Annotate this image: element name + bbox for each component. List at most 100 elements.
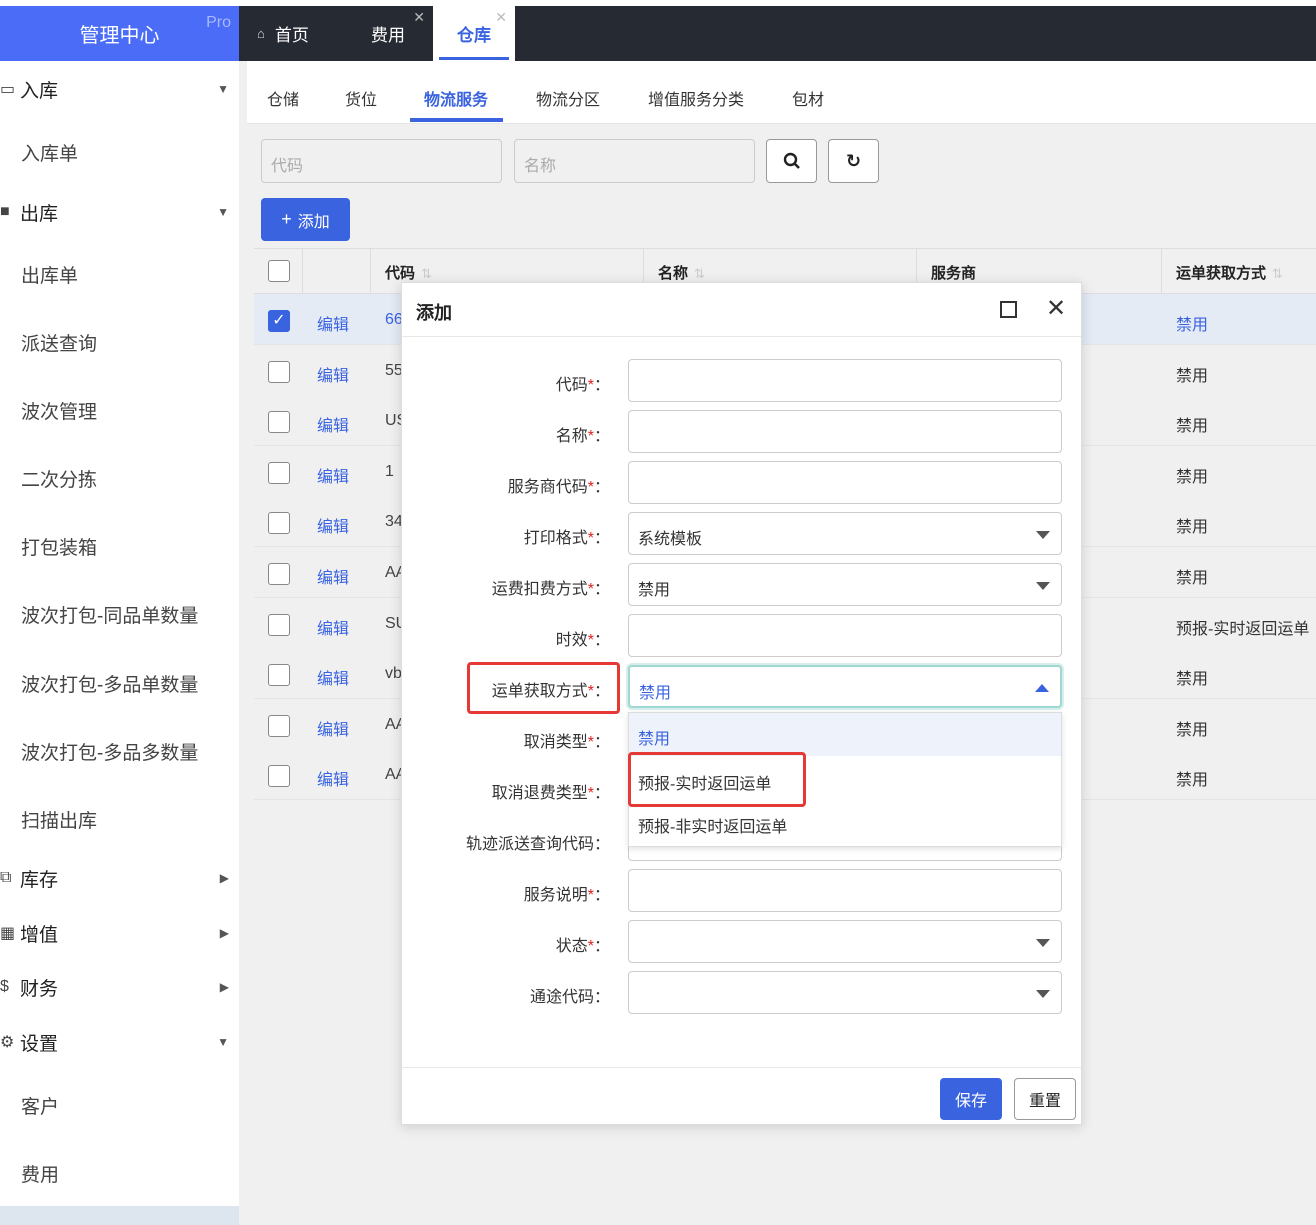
subtab-packaging[interactable]: 包材	[792, 86, 824, 110]
reset-button[interactable]: 重置	[1014, 1078, 1076, 1120]
edit-link[interactable]: 编辑	[317, 412, 349, 436]
row-checkbox[interactable]	[268, 613, 290, 636]
subtab-logistics-zone[interactable]: 物流分区	[536, 86, 600, 110]
sidebar-item-scan-outbound[interactable]: 扫描出库	[21, 806, 97, 833]
subtab-storage[interactable]: 仓储	[267, 86, 299, 110]
dropdown-option[interactable]: 预报-非实时返回运单	[629, 801, 1061, 844]
sidebar-group-finance[interactable]: $ 财务 ▶	[0, 967, 239, 1007]
edit-link[interactable]: 编辑	[317, 311, 349, 335]
column-header-code[interactable]: 代码 ⇅	[385, 262, 432, 283]
app-logo[interactable]: 管理中心 Pro	[0, 6, 239, 61]
add-button-label: 添加	[297, 213, 330, 231]
home-icon: ⌂	[257, 26, 265, 41]
edit-link[interactable]: 编辑	[317, 665, 349, 689]
gears-icon: ⚙	[0, 1034, 15, 1051]
sidebar-item-secondary-sort[interactable]: 二次分拣	[21, 465, 97, 492]
column-header-provider[interactable]: 服务商	[931, 262, 976, 283]
pro-badge: Pro	[206, 14, 231, 31]
field-label-text: 轨迹派送查询代码	[465, 836, 594, 853]
dialog-footer: 保存 重置	[402, 1067, 1081, 1125]
sidebar-group-inventory[interactable]: ⧉ 库存 ▶	[0, 858, 239, 898]
text-field[interactable]	[628, 461, 1062, 504]
add-button[interactable]: + 添加	[261, 198, 350, 241]
truck-icon: ■	[0, 203, 10, 220]
name-search-input[interactable]: 名称	[514, 139, 755, 183]
column-header-waybill-method[interactable]: 运单获取方式 ⇅	[1176, 262, 1283, 283]
text-field[interactable]	[628, 869, 1062, 912]
edit-link[interactable]: 编辑	[317, 716, 349, 740]
tab-label: 费用	[371, 26, 405, 45]
maximize-icon[interactable]	[1000, 301, 1017, 318]
caret-down-icon	[1036, 939, 1050, 947]
select-field[interactable]: 禁用	[628, 665, 1062, 708]
content-gutter	[239, 61, 247, 1225]
text-field[interactable]	[628, 359, 1062, 402]
edit-link[interactable]: 编辑	[317, 513, 349, 537]
dropdown-option[interactable]: 禁用	[629, 713, 1061, 756]
row-checkbox[interactable]	[268, 765, 290, 788]
dialog-header: 添加 ✕	[402, 283, 1081, 337]
subtab-logistics-service[interactable]: 物流服务	[424, 86, 488, 110]
field-label-text: 取消退费类型	[491, 785, 588, 802]
sidebar-group-inbound[interactable]: ▭ 入库 ▼	[0, 69, 239, 109]
select-all-checkbox[interactable]	[268, 260, 290, 282]
sidebar-item-packing[interactable]: 打包装箱	[21, 533, 97, 560]
highlight-box-option	[628, 752, 806, 807]
sidebar-item-wave-pack-multi-qty[interactable]: 波次打包-多品多数量	[21, 738, 198, 765]
close-icon[interactable]: ✕	[495, 9, 507, 26]
column-header-name[interactable]: 名称 ⇅	[658, 262, 705, 283]
subtab-location[interactable]: 货位	[345, 86, 377, 110]
field-label-text: 服务说明	[523, 887, 588, 904]
row-checkbox[interactable]	[268, 461, 290, 484]
select-field[interactable]: 禁用	[628, 563, 1062, 606]
refresh-button[interactable]: ↻	[828, 139, 879, 183]
edit-link[interactable]: 编辑	[317, 615, 349, 639]
row-checkbox[interactable]	[268, 563, 290, 585]
select-field[interactable]	[628, 920, 1062, 963]
save-button[interactable]: 保存	[940, 1078, 1002, 1120]
sort-icon[interactable]: ⇅	[1272, 266, 1283, 281]
edit-link[interactable]: 编辑	[317, 362, 349, 386]
close-icon[interactable]: ✕	[1046, 294, 1066, 323]
sidebar-group-settings[interactable]: ⚙ 设置 ▼	[0, 1022, 239, 1062]
select-field[interactable]	[628, 971, 1062, 1014]
edit-link[interactable]: 编辑	[317, 766, 349, 790]
sidebar-item-outbound-order[interactable]: 出库单	[21, 261, 78, 288]
sidebar-item-wave-pack-multi-order[interactable]: 波次打包-多品单数量	[21, 670, 198, 697]
chevron-right-icon: ▶	[219, 871, 229, 885]
row-checkbox[interactable]	[268, 360, 290, 383]
sidebar-item-inbound-order[interactable]: 入库单	[21, 139, 78, 166]
sidebar-item-fee[interactable]: 费用	[21, 1160, 59, 1187]
select-field[interactable]: 系统模板	[628, 512, 1062, 555]
sidebar-group-outbound[interactable]: ■ 出库 ▼	[0, 192, 239, 232]
tab-home[interactable]: ⌂ 首页	[257, 6, 347, 61]
search-button[interactable]	[766, 139, 817, 183]
edit-link[interactable]: 编辑	[317, 564, 349, 588]
sidebar-group-value-added[interactable]: ▦ 增值 ▶	[0, 913, 239, 953]
sidebar-item-delivery-query[interactable]: 派送查询	[21, 329, 97, 356]
tab-warehouse[interactable]: 仓库 ✕	[433, 6, 515, 61]
sidebar-item-wave-pack-same[interactable]: 波次打包-同品单数量	[21, 601, 198, 628]
subtab-value-added-category[interactable]: 增值服务分类	[648, 86, 744, 110]
code-search-input[interactable]: 代码	[261, 139, 502, 183]
field-label-text: 通途代码	[529, 989, 594, 1006]
edit-link[interactable]: 编辑	[317, 463, 349, 487]
close-icon[interactable]: ✕	[413, 9, 425, 26]
sort-icon[interactable]: ⇅	[421, 266, 432, 281]
tab-fee[interactable]: 费用 ✕	[351, 6, 431, 61]
row-checkbox[interactable]	[268, 411, 290, 434]
sidebar-item-wave-management[interactable]: 波次管理	[21, 397, 97, 424]
row-checkbox[interactable]: ✓	[268, 310, 290, 332]
column-separator	[370, 249, 371, 295]
row-checkbox[interactable]	[268, 664, 290, 687]
text-field[interactable]	[628, 614, 1062, 657]
sort-icon[interactable]: ⇅	[694, 266, 705, 281]
row-checkbox[interactable]	[268, 512, 290, 535]
sidebar-group-label: 出库	[20, 203, 59, 225]
field-value: 禁用	[638, 582, 671, 599]
row-checkbox[interactable]	[268, 714, 290, 737]
sidebar-active-item[interactable]	[0, 1206, 239, 1225]
label-colon: ：	[593, 479, 610, 496]
sidebar-item-customer[interactable]: 客户	[21, 1092, 59, 1119]
text-field[interactable]	[628, 410, 1062, 453]
